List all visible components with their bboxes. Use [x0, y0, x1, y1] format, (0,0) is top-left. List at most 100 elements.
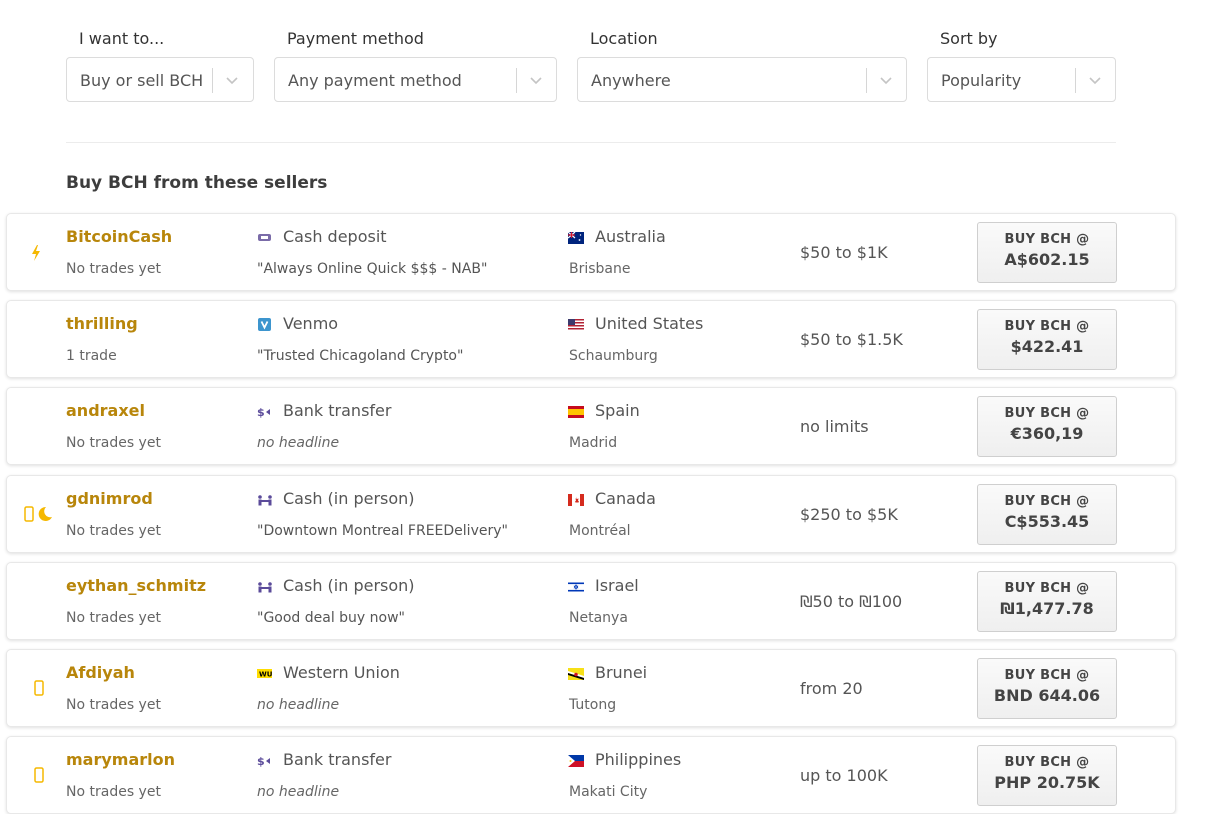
filter-label-sort: Sort by: [940, 29, 998, 48]
trade-count: No trades yet: [66, 261, 161, 277]
trade-limits: up to 100K: [800, 766, 888, 785]
offer-headline: no headline: [257, 435, 340, 451]
buy-button[interactable]: BUY BCH @ PHP 20.75K: [977, 745, 1117, 806]
country: Canada: [595, 489, 656, 508]
bank-transfer-icon: $: [257, 754, 273, 768]
city: Netanya: [569, 610, 628, 626]
svg-text:WU: WU: [259, 671, 273, 679]
buy-button-price: BND 644.06: [993, 686, 1101, 705]
trade-count: No trades yet: [66, 784, 161, 800]
sort-select-value: Popularity: [941, 71, 1022, 90]
brunei-flag-icon: [568, 668, 584, 680]
offer-headline: no headline: [257, 784, 340, 800]
section-title: Buy BCH from these sellers: [66, 173, 328, 193]
filter-label-location: Location: [590, 29, 658, 48]
city: Brisbane: [569, 261, 631, 277]
select-separator: [866, 68, 867, 93]
country: Israel: [595, 576, 639, 595]
bank-transfer-icon: $: [257, 405, 273, 419]
filter-label-want: I want to...: [79, 29, 165, 48]
chevron-down-icon[interactable]: [224, 72, 240, 88]
filter-label-payment: Payment method: [287, 29, 424, 48]
australia-flag-icon: [568, 232, 584, 244]
chevron-down-icon[interactable]: [878, 72, 894, 88]
chevron-down-icon[interactable]: [528, 72, 544, 88]
seller-name[interactable]: Afdiyah: [66, 663, 135, 682]
seller-name[interactable]: gdnimrod: [66, 489, 153, 508]
buy-button-price: €360,19: [1010, 424, 1084, 443]
country: Spain: [595, 401, 640, 420]
buy-button-price: ₪1,477.78: [1000, 599, 1094, 618]
sort-select[interactable]: Popularity: [927, 57, 1116, 102]
city: Madrid: [569, 435, 618, 451]
trade-limits: $50 to $1.5K: [800, 330, 903, 349]
buy-button-price: $422.41: [1010, 337, 1084, 356]
offer-row[interactable]: andraxel No trades yet $ Bank transfer n…: [6, 387, 1176, 465]
phone-icon: [23, 677, 53, 699]
buy-button-label: BUY BCH @: [1004, 406, 1090, 421]
offer-headline: "Downtown Montreal FREEDelivery": [257, 523, 508, 539]
payment-method: Venmo: [283, 314, 339, 333]
trade-count: No trades yet: [66, 523, 161, 539]
seller-name[interactable]: BitcoinCash: [66, 227, 172, 246]
offer-headline: "Trusted Chicagoland Crypto": [257, 348, 464, 364]
buy-button[interactable]: BUY BCH @ €360,19: [977, 396, 1117, 457]
seller-name[interactable]: andraxel: [66, 401, 145, 420]
location-select[interactable]: Anywhere: [577, 57, 907, 102]
buy-button[interactable]: BUY BCH @ ₪1,477.78: [977, 571, 1117, 632]
payment-method: Western Union: [283, 663, 400, 682]
offer-row[interactable]: BitcoinCash No trades yet Cash deposit "…: [6, 213, 1176, 291]
payment-method: Cash deposit: [283, 227, 387, 246]
trade-limits: no limits: [800, 417, 869, 436]
phone-icon: [23, 764, 53, 786]
offer-row[interactable]: eythan_schmitz No trades yet Cash (in pe…: [6, 562, 1176, 640]
country: Philippines: [595, 750, 682, 769]
trade-limits: $250 to $5K: [800, 505, 898, 524]
phone-moon-icon: [22, 503, 52, 525]
select-separator: [212, 68, 213, 93]
seller-name[interactable]: eythan_schmitz: [66, 576, 206, 595]
buy-button[interactable]: BUY BCH @ C$553.45: [977, 484, 1117, 545]
venmo-icon: [257, 318, 273, 332]
svg-text:$: $: [257, 406, 265, 419]
location-select-value: Anywhere: [591, 71, 671, 90]
country: United States: [595, 314, 704, 333]
select-separator: [1075, 68, 1076, 93]
payment-method: Cash (in person): [283, 489, 415, 508]
buy-button-label: BUY BCH @: [1004, 668, 1090, 683]
buy-button[interactable]: BUY BCH @ BND 644.06: [977, 658, 1117, 719]
israel-flag-icon: [568, 581, 584, 593]
trade-limits: $50 to $1K: [800, 243, 888, 262]
offer-row[interactable]: marymarlon No trades yet $ Bank transfer…: [6, 736, 1176, 814]
payment-method-select[interactable]: Any payment method: [274, 57, 557, 102]
city: Schaumburg: [569, 348, 658, 364]
seller-name[interactable]: thrilling: [66, 314, 138, 333]
payment-select-value: Any payment method: [288, 71, 462, 90]
buy-button-price: C$553.45: [1004, 512, 1090, 531]
seller-name[interactable]: marymarlon: [66, 750, 175, 769]
chevron-down-icon[interactable]: [1087, 72, 1103, 88]
buy-button-label: BUY BCH @: [1004, 494, 1090, 509]
want-select[interactable]: Buy or sell BCH: [66, 57, 254, 102]
payment-method: Bank transfer: [283, 750, 392, 769]
us-flag-icon: [568, 319, 584, 331]
buy-button[interactable]: BUY BCH @ A$602.15: [977, 222, 1117, 283]
buy-button-price: A$602.15: [1004, 250, 1090, 269]
cash-in-person-icon: [257, 493, 273, 507]
trade-limits: from 20: [800, 679, 863, 698]
trade-count: No trades yet: [66, 697, 161, 713]
offer-headline: "Good deal buy now": [257, 610, 405, 626]
canada-flag-icon: [568, 494, 584, 506]
divider: [66, 142, 1116, 143]
offer-row[interactable]: Afdiyah No trades yet WU Western Union n…: [6, 649, 1176, 727]
buy-button-price: PHP 20.75K: [994, 773, 1100, 792]
buy-button[interactable]: BUY BCH @ $422.41: [977, 309, 1117, 370]
payment-method: Cash (in person): [283, 576, 415, 595]
svg-text:$: $: [257, 755, 265, 768]
want-select-value: Buy or sell BCH: [80, 71, 204, 90]
country: Brunei: [595, 663, 648, 682]
offer-headline: no headline: [257, 697, 340, 713]
buy-button-label: BUY BCH @: [1004, 319, 1090, 334]
offer-row[interactable]: thrilling 1 trade Venmo "Trusted Chicago…: [6, 300, 1176, 378]
offer-row[interactable]: gdnimrod No trades yet Cash (in person) …: [6, 475, 1176, 553]
